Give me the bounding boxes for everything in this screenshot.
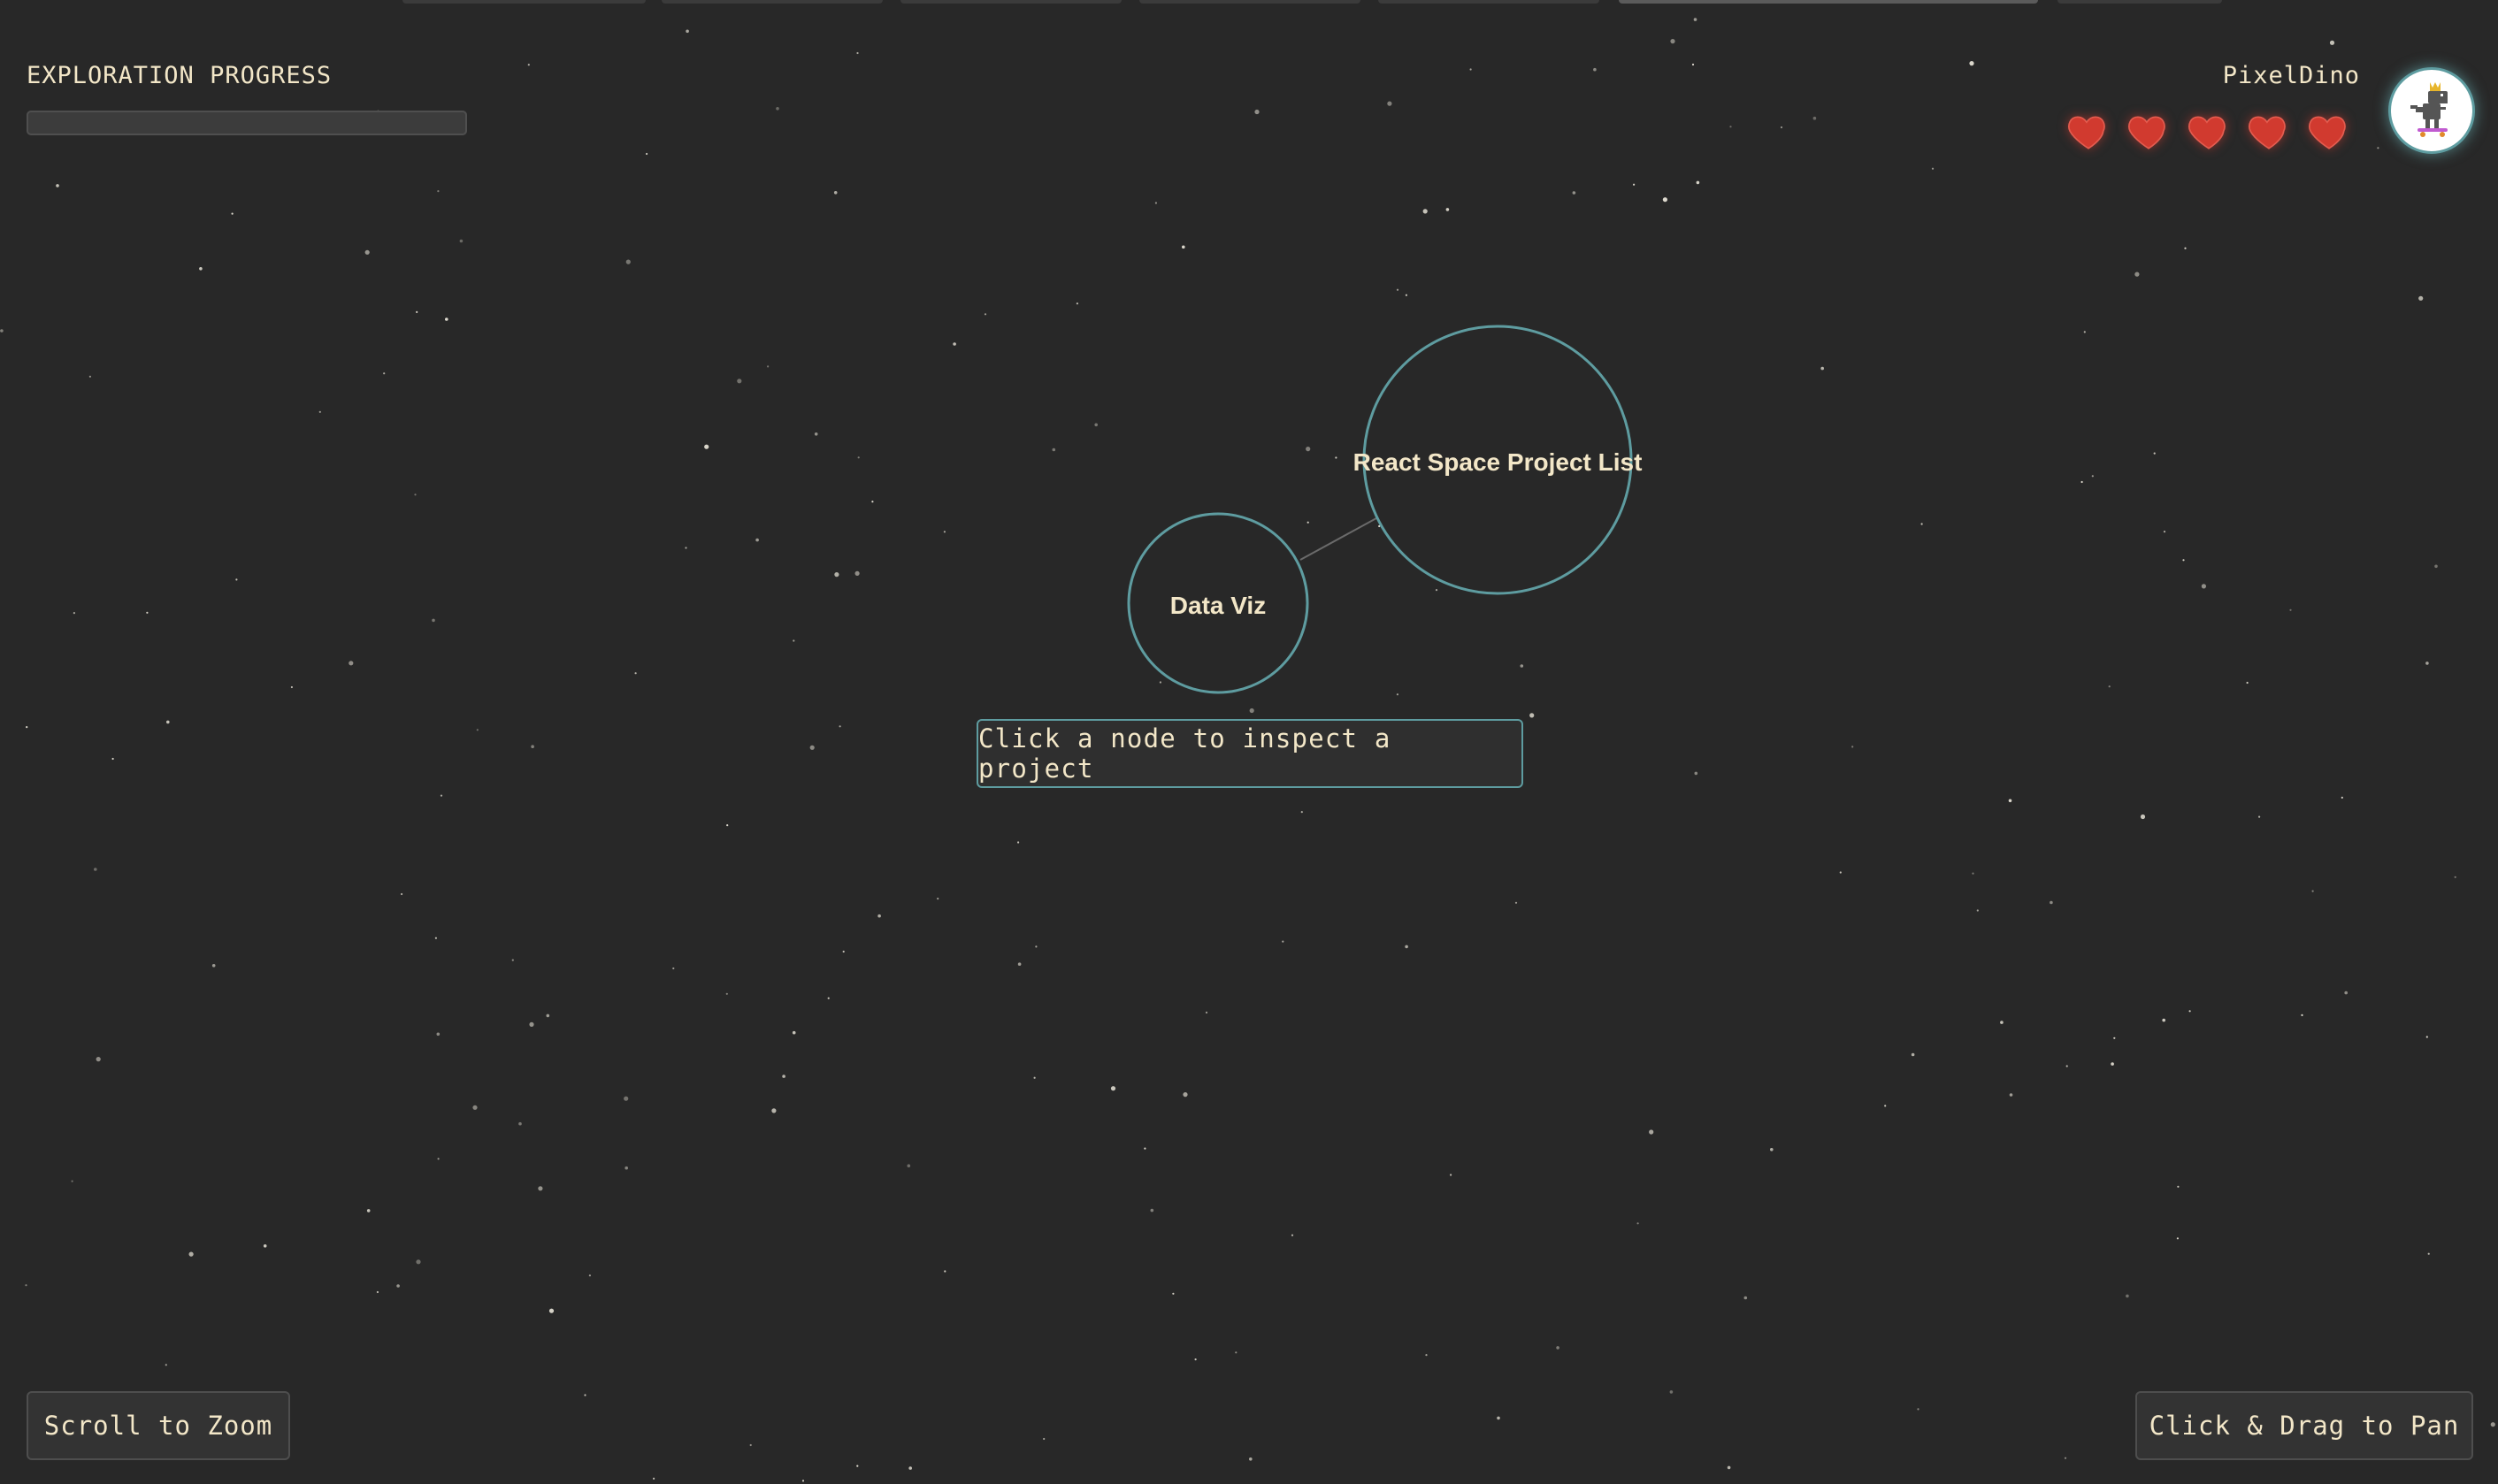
inspect-hint: Click a node to inspect a project bbox=[977, 719, 1523, 788]
scroll-to-zoom-label: Scroll to Zoom bbox=[43, 1411, 273, 1441]
scroll-to-zoom-button[interactable]: Scroll to Zoom bbox=[27, 1391, 290, 1460]
drag-to-pan-button[interactable]: Click & Drag to Pan bbox=[2135, 1391, 2473, 1460]
graph-node-react-space-project-list[interactable]: React Space Project List bbox=[1353, 325, 1643, 595]
inspect-hint-text: Click a node to inspect a project bbox=[978, 723, 1391, 784]
graph-node-label: Data Viz bbox=[1170, 592, 1266, 619]
graph-node-data-viz[interactable]: Data Viz bbox=[1127, 512, 1309, 694]
graph-edge-data-viz-to-react-space bbox=[1299, 517, 1377, 561]
graph-node-label: React Space Project List bbox=[1353, 448, 1643, 476]
drag-to-pan-label: Click & Drag to Pan bbox=[2149, 1411, 2460, 1441]
